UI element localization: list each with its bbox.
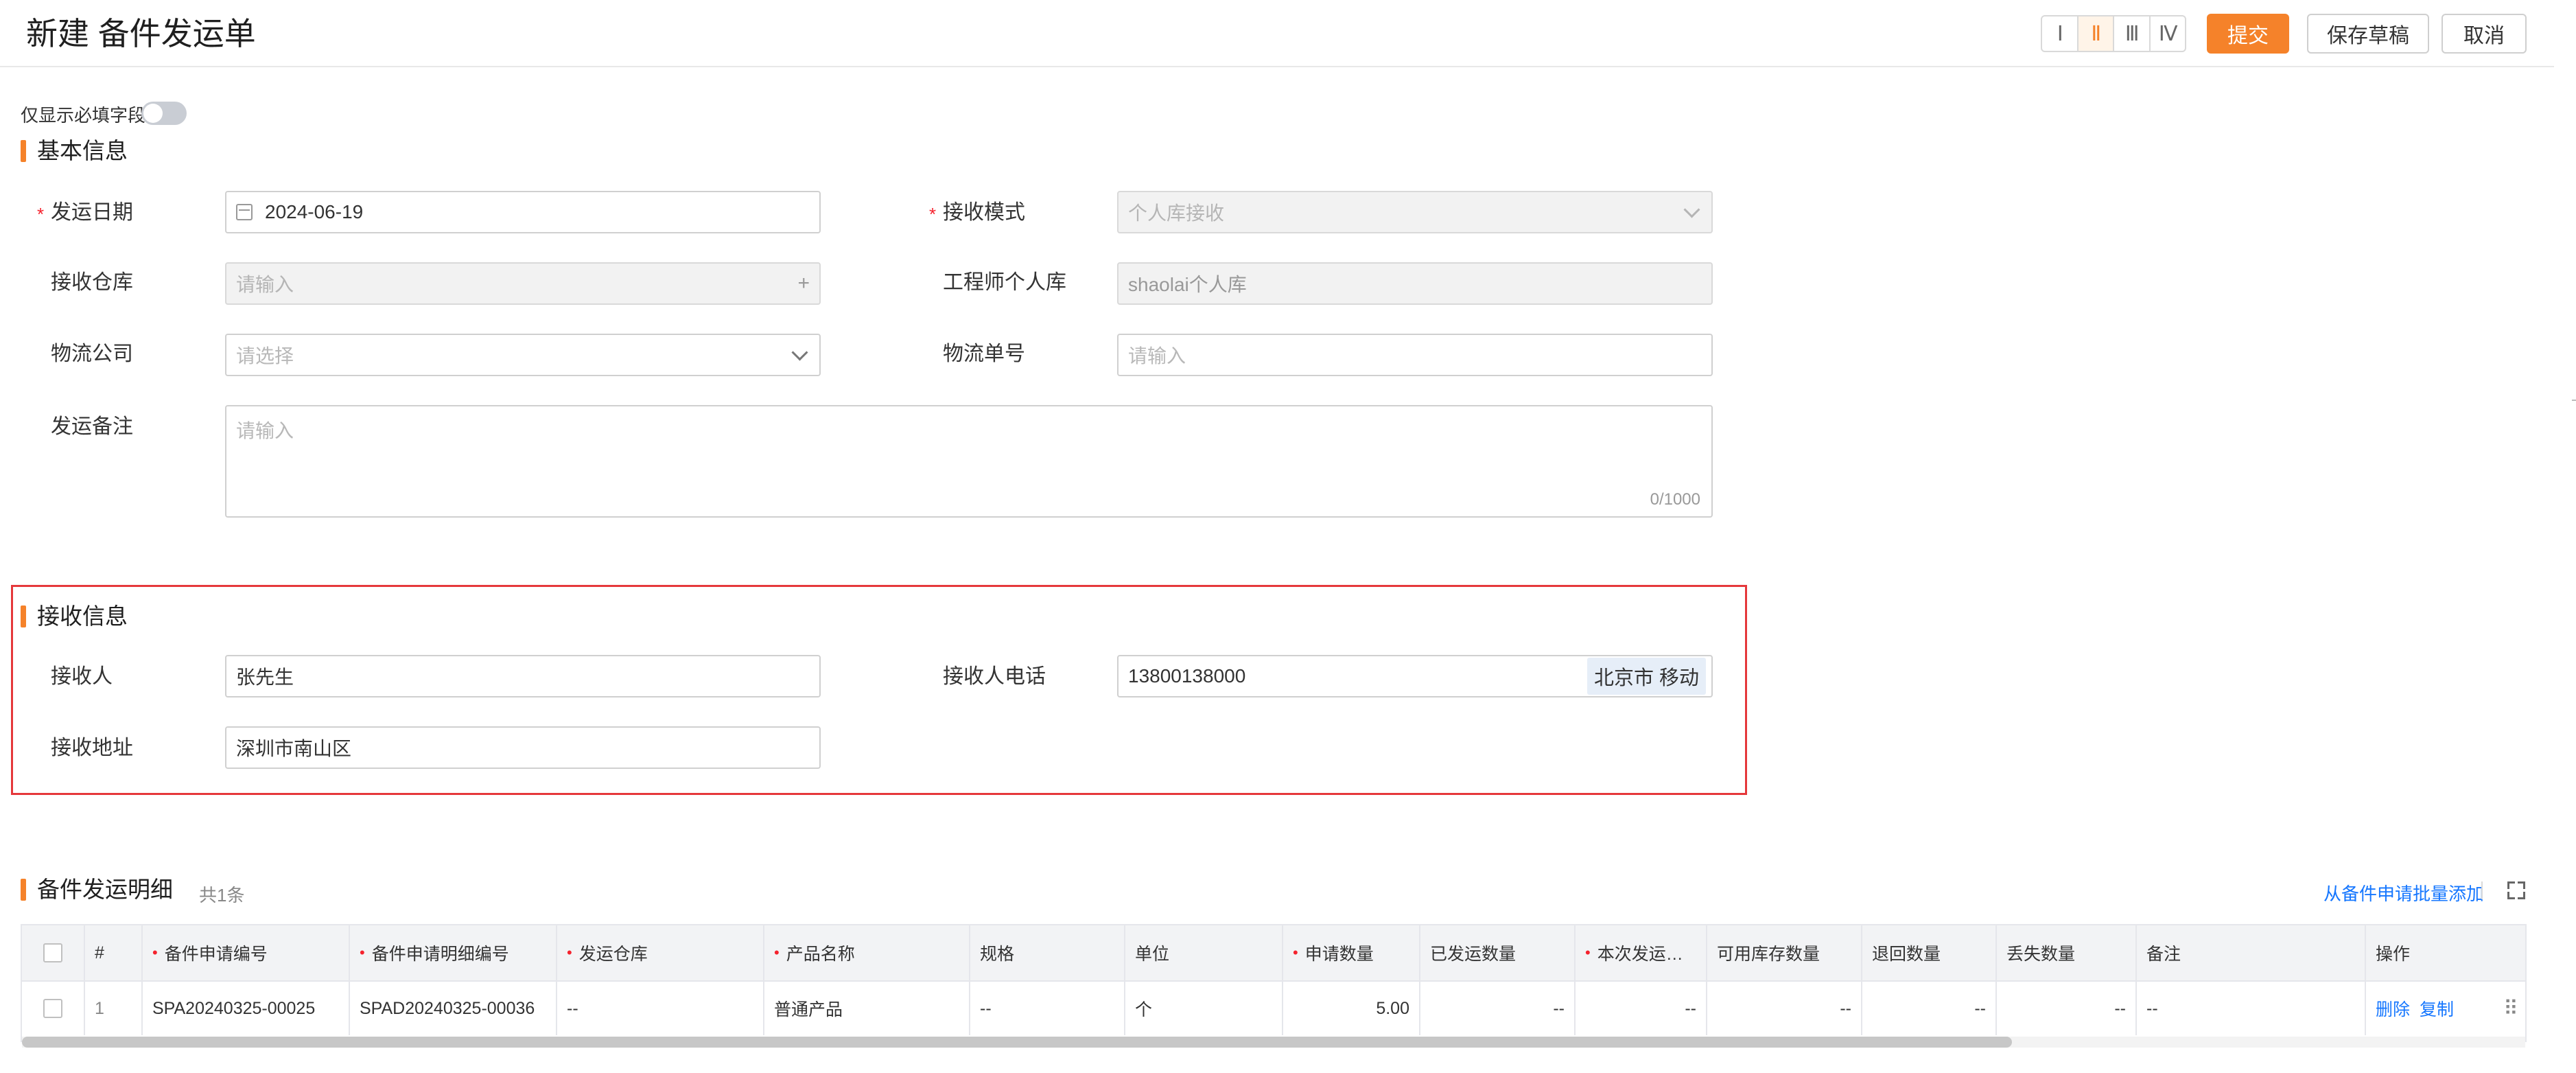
logistics-company-label: 物流公司 xyxy=(51,343,133,365)
column-header: 单位 xyxy=(1125,925,1283,980)
drag-handle-icon[interactable]: ⠿ xyxy=(2503,997,2518,1021)
receiver-label: 接收人 xyxy=(51,665,113,688)
row-checkbox[interactable] xyxy=(43,999,62,1018)
detail-table: # • 备件申请编号 • 备件申请明细编号 • 发运仓库 • 产品名称 规格 单位 • 申… xyxy=(21,924,2527,1042)
section-title-basic-info: 基本信息 xyxy=(21,137,128,165)
receive-address-input[interactable]: 深圳市南山区 xyxy=(225,726,821,769)
fullscreen-icon[interactable] xyxy=(2507,881,2525,899)
receive-warehouse-label: 接收仓库 xyxy=(51,271,133,294)
cell-remark[interactable]: -- xyxy=(2137,982,2366,1035)
batch-add-link[interactable]: 从备件申请批量添加 xyxy=(2323,880,2484,905)
cell-this-ship-qty[interactable]: -- xyxy=(1576,982,1707,1035)
logistics-company-select[interactable]: 请选择 xyxy=(225,334,821,376)
required-only-toggle[interactable] xyxy=(141,102,187,125)
column-header: 丢失数量 xyxy=(1997,925,2137,980)
cell-apply-qty: 5.00 xyxy=(1283,982,1420,1035)
cell-shipped-qty: -- xyxy=(1420,982,1576,1035)
ship-remark-textarea[interactable]: 请输入 0/1000 xyxy=(225,405,1713,518)
required-only-label: 仅显示必填字段 xyxy=(21,105,146,126)
cell-product-name: 普通产品 xyxy=(764,982,970,1035)
layout-2-column-button[interactable]: Ⅱ xyxy=(2078,16,2114,51)
chevron-down-icon xyxy=(791,343,808,361)
cell-apply-detail-no: SPAD20240325-00036 xyxy=(350,982,557,1035)
cell-lost-qty: -- xyxy=(1997,982,2137,1035)
layout-3-column-button[interactable]: Ⅲ xyxy=(2114,16,2151,51)
column-header: 规格 xyxy=(970,925,1125,980)
layout-1-column-button[interactable]: Ⅰ xyxy=(2042,16,2079,51)
receive-mode-select[interactable]: 个人库接收 xyxy=(1117,191,1713,233)
receiver-input[interactable]: 张先生 xyxy=(225,655,821,697)
receive-address-label: 接收地址 xyxy=(51,737,133,759)
cell-actions: 删除 复制 ⠿ xyxy=(2366,982,2525,1035)
select-all-checkbox[interactable] xyxy=(43,943,62,962)
horizontal-scrollbar-thumb[interactable] xyxy=(22,1037,2012,1048)
cell-stock-qty: -- xyxy=(1707,982,1862,1035)
column-header: • 本次发运… xyxy=(1576,925,1707,980)
receive-warehouse-field[interactable]: 请输入 + xyxy=(225,262,821,305)
column-header: 操作 xyxy=(2376,945,2411,964)
column-header: • 产品名称 xyxy=(764,925,970,980)
header-select-all xyxy=(22,925,85,980)
section-title-detail: 备件发运明细 xyxy=(21,876,173,903)
column-header: 备注 xyxy=(2137,925,2366,980)
toolbar-divider xyxy=(2481,881,2483,899)
column-header: 已发运数量 xyxy=(1420,925,1576,980)
cell-spec: -- xyxy=(970,982,1125,1035)
calendar-icon xyxy=(236,204,253,220)
column-header: • 发运仓库 xyxy=(557,925,764,980)
toggle-knob xyxy=(143,104,163,123)
cell-unit: 个 xyxy=(1125,982,1283,1035)
engineer-warehouse-field[interactable]: shaolai个人库 xyxy=(1117,262,1713,305)
column-header: • 备件申请明细编号 xyxy=(350,925,557,980)
layout-switcher: Ⅰ Ⅱ Ⅲ Ⅳ xyxy=(2041,15,2186,52)
layout-4-column-button[interactable]: Ⅳ xyxy=(2151,16,2186,51)
table-header: # • 备件申请编号 • 备件申请明细编号 • 发运仓库 • 产品名称 规格 单位 • 申… xyxy=(22,925,2525,980)
column-header: # xyxy=(85,925,143,980)
submit-button[interactable]: 提交 xyxy=(2207,14,2289,54)
cancel-button[interactable]: 取消 xyxy=(2442,14,2527,54)
ship-remark-label: 发运备注 xyxy=(51,415,133,438)
detail-count: 共1条 xyxy=(199,885,245,905)
column-header: 退回数量 xyxy=(1862,925,1997,980)
table-row: 1 SPA20240325-00025 SPAD20240325-00036 -… xyxy=(22,980,2525,1035)
column-header: • 备件申请编号 xyxy=(143,925,350,980)
char-counter: 0/1000 xyxy=(1650,490,1700,509)
receive-mode-label: * 接收模式 xyxy=(929,201,1025,224)
page-title: 新建 备件发运单 xyxy=(26,16,256,51)
phone-location-tag: 北京市 移动 xyxy=(1586,658,1706,695)
row-index: 1 xyxy=(85,982,143,1035)
delete-row-link[interactable]: 删除 xyxy=(2376,996,2410,1021)
tracking-number-label: 物流单号 xyxy=(943,343,1025,365)
receiver-phone-input[interactable]: 13800138000 北京市 移动 xyxy=(1117,655,1713,697)
cell-apply-no: SPA20240325-00025 xyxy=(143,982,350,1035)
receiver-phone-label: 接收人电话 xyxy=(943,665,1046,688)
tracking-number-input[interactable]: 请输入 xyxy=(1117,334,1713,376)
chevron-down-icon xyxy=(1683,200,1700,218)
row-select-cell xyxy=(22,982,85,1035)
cell-warehouse[interactable]: -- xyxy=(557,982,764,1035)
engineer-warehouse-label: 工程师个人库 xyxy=(943,271,1066,294)
plus-icon[interactable]: + xyxy=(797,272,810,295)
ship-date-label: * 发运日期 xyxy=(37,201,133,224)
save-draft-button[interactable]: 保存草稿 xyxy=(2307,14,2429,54)
section-title-receive-info: 接收信息 xyxy=(21,603,128,630)
edge-marker xyxy=(2572,400,2576,401)
ship-date-field[interactable]: 2024-06-19 xyxy=(225,191,821,233)
copy-row-link[interactable]: 复制 xyxy=(2420,996,2454,1021)
column-header: • 申请数量 xyxy=(1283,925,1420,980)
cell-return-qty: -- xyxy=(1862,982,1997,1035)
column-header: 可用库存数量 xyxy=(1707,925,1862,980)
